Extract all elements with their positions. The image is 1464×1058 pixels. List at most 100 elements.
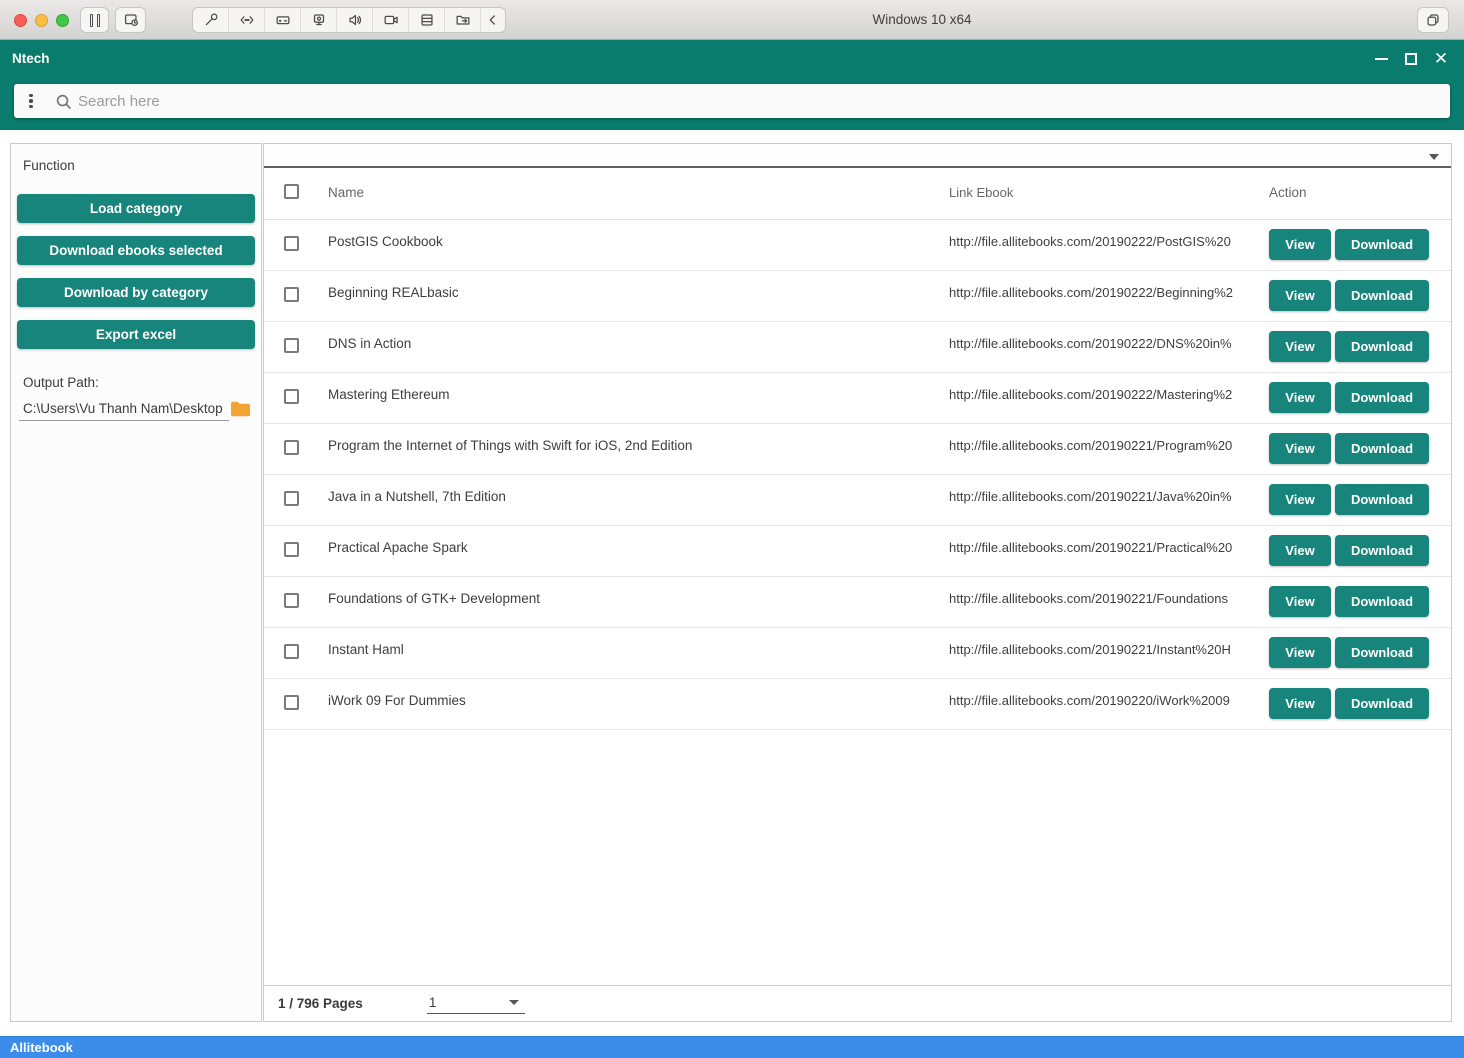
menu-kebab-icon[interactable] xyxy=(14,94,48,109)
function-panel-title: Function xyxy=(23,158,261,173)
vm-toolbar-button-speaker[interactable] xyxy=(337,8,373,32)
code-icon xyxy=(238,11,256,29)
search-input[interactable] xyxy=(78,93,1450,110)
status-text: Allitebook xyxy=(10,1040,73,1055)
maximize-icon xyxy=(1405,53,1417,65)
snapshot-button[interactable] xyxy=(115,7,146,33)
row-checkbox[interactable] xyxy=(284,695,299,710)
ebook-name: iWork 09 For Dummies xyxy=(308,679,949,708)
row-checkbox[interactable] xyxy=(284,440,299,455)
function-panel: Function Load category Download ebooks s… xyxy=(10,143,262,1022)
row-checkbox[interactable] xyxy=(284,389,299,404)
row-checkbox[interactable] xyxy=(284,236,299,251)
view-button[interactable]: View xyxy=(1269,586,1331,617)
table-row: PostGIS Cookbookhttp://file.allitebooks.… xyxy=(264,220,1451,271)
browse-folder-button[interactable] xyxy=(229,399,253,419)
snapshot-icon xyxy=(122,11,140,29)
close-traffic-light[interactable] xyxy=(14,14,27,27)
minimize-traffic-light[interactable] xyxy=(35,14,48,27)
output-path-input[interactable] xyxy=(19,398,229,421)
ebook-link: http://file.allitebooks.com/20190220/iWo… xyxy=(949,679,1269,708)
view-button[interactable]: View xyxy=(1269,484,1331,515)
pause-vm-button[interactable] xyxy=(80,7,109,33)
ebook-name: DNS in Action xyxy=(308,322,949,351)
vm-toolbar-button-folder-sync[interactable] xyxy=(445,8,481,32)
vm-toolbar-button-server[interactable] xyxy=(409,8,445,32)
view-button[interactable]: View xyxy=(1269,535,1331,566)
load-category-button[interactable]: Load category xyxy=(17,194,255,223)
view-button[interactable]: View xyxy=(1269,433,1331,464)
download-button[interactable]: Download xyxy=(1335,331,1429,362)
table-row: Program the Internet of Things with Swif… xyxy=(264,424,1451,475)
download-button[interactable]: Download xyxy=(1335,484,1429,515)
download-button[interactable]: Download xyxy=(1335,382,1429,413)
view-button[interactable]: View xyxy=(1269,229,1331,260)
download-by-category-button[interactable]: Download by category xyxy=(17,278,255,307)
ebook-link: http://file.allitebooks.com/20190222/DNS… xyxy=(949,322,1269,351)
vm-toolbar xyxy=(192,7,506,33)
download-ebooks-selected-button[interactable]: Download ebooks selected xyxy=(17,236,255,265)
vm-toolbar-button-webcam[interactable] xyxy=(301,8,337,32)
download-button[interactable]: Download xyxy=(1335,433,1429,464)
table-row: Practical Apache Sparkhttp://file.allite… xyxy=(264,526,1451,577)
row-checkbox[interactable] xyxy=(284,491,299,506)
table-row: iWork 09 For Dummieshttp://file.allitebo… xyxy=(264,679,1451,730)
search-band xyxy=(0,78,1464,130)
ebook-name: Instant Haml xyxy=(308,628,949,657)
download-button[interactable]: Download xyxy=(1335,535,1429,566)
pause-icon xyxy=(90,14,100,27)
vm-toolbar-button-chevron-left[interactable] xyxy=(481,8,505,32)
row-checkbox[interactable] xyxy=(284,287,299,302)
main-content: Function Load category Download ebooks s… xyxy=(0,130,1464,1036)
row-checkbox[interactable] xyxy=(284,542,299,557)
category-combobox[interactable] xyxy=(264,144,1451,168)
vm-toolbar-button-wrench[interactable] xyxy=(193,8,229,32)
view-button[interactable]: View xyxy=(1269,637,1331,668)
window-mode-button[interactable] xyxy=(1417,7,1449,33)
ebook-name: PostGIS Cookbook xyxy=(308,220,949,249)
download-button[interactable]: Download xyxy=(1335,586,1429,617)
table-row: Instant Hamlhttp://file.allitebooks.com/… xyxy=(264,628,1451,679)
vm-toolbar-button-video-camera[interactable] xyxy=(373,8,409,32)
table-body: PostGIS Cookbookhttp://file.allitebooks.… xyxy=(264,220,1451,730)
ebook-name: Java in a Nutshell, 7th Edition xyxy=(308,475,949,504)
status-bar: Allitebook xyxy=(0,1036,1464,1058)
link-column-header: Link Ebook xyxy=(949,168,1269,200)
row-checkbox[interactable] xyxy=(284,644,299,659)
table-row: Foundations of GTK+ Developmenthttp://fi… xyxy=(264,577,1451,628)
maximize-button[interactable] xyxy=(1396,44,1426,74)
output-path-label: Output Path: xyxy=(23,375,261,390)
ebook-link: http://file.allitebooks.com/20190221/Jav… xyxy=(949,475,1269,504)
vm-toolbar-button-code[interactable] xyxy=(229,8,265,32)
ebook-link: http://file.allitebooks.com/20190221/Ins… xyxy=(949,628,1269,657)
search-bar xyxy=(14,84,1450,118)
ebook-link: http://file.allitebooks.com/20190222/Mas… xyxy=(949,373,1269,402)
ebook-link: http://file.allitebooks.com/20190222/Pos… xyxy=(949,220,1269,249)
view-button[interactable]: View xyxy=(1269,382,1331,413)
view-button[interactable]: View xyxy=(1269,688,1331,719)
search-icon xyxy=(48,92,78,111)
row-checkbox[interactable] xyxy=(284,593,299,608)
minimize-button[interactable] xyxy=(1366,44,1396,74)
select-all-checkbox[interactable] xyxy=(284,184,299,199)
download-button[interactable]: Download xyxy=(1335,229,1429,260)
vm-window-bar: Windows 10 x64 xyxy=(0,0,1464,40)
zoom-traffic-light[interactable] xyxy=(56,14,69,27)
view-button[interactable]: View xyxy=(1269,331,1331,362)
page-select-dropdown[interactable]: 1 xyxy=(427,993,525,1014)
download-button[interactable]: Download xyxy=(1335,637,1429,668)
hard-disk-icon xyxy=(274,11,292,29)
view-button[interactable]: View xyxy=(1269,280,1331,311)
row-checkbox[interactable] xyxy=(284,338,299,353)
app-title: Ntech xyxy=(12,40,50,78)
vm-toolbar-button-hard-disk[interactable] xyxy=(265,8,301,32)
download-button[interactable]: Download xyxy=(1335,688,1429,719)
server-icon xyxy=(418,11,436,29)
export-excel-button[interactable]: Export excel xyxy=(17,320,255,349)
ebook-link: http://file.allitebooks.com/20190222/Beg… xyxy=(949,271,1269,300)
ebook-table-panel: Name Link Ebook Action PostGIS Cookbookh… xyxy=(263,143,1452,1022)
table-row: Beginning REALbasichttp://file.alliteboo… xyxy=(264,271,1451,322)
ebook-link: http://file.allitebooks.com/20190221/Pra… xyxy=(949,526,1269,555)
download-button[interactable]: Download xyxy=(1335,280,1429,311)
close-button[interactable]: ✕ xyxy=(1426,44,1456,74)
